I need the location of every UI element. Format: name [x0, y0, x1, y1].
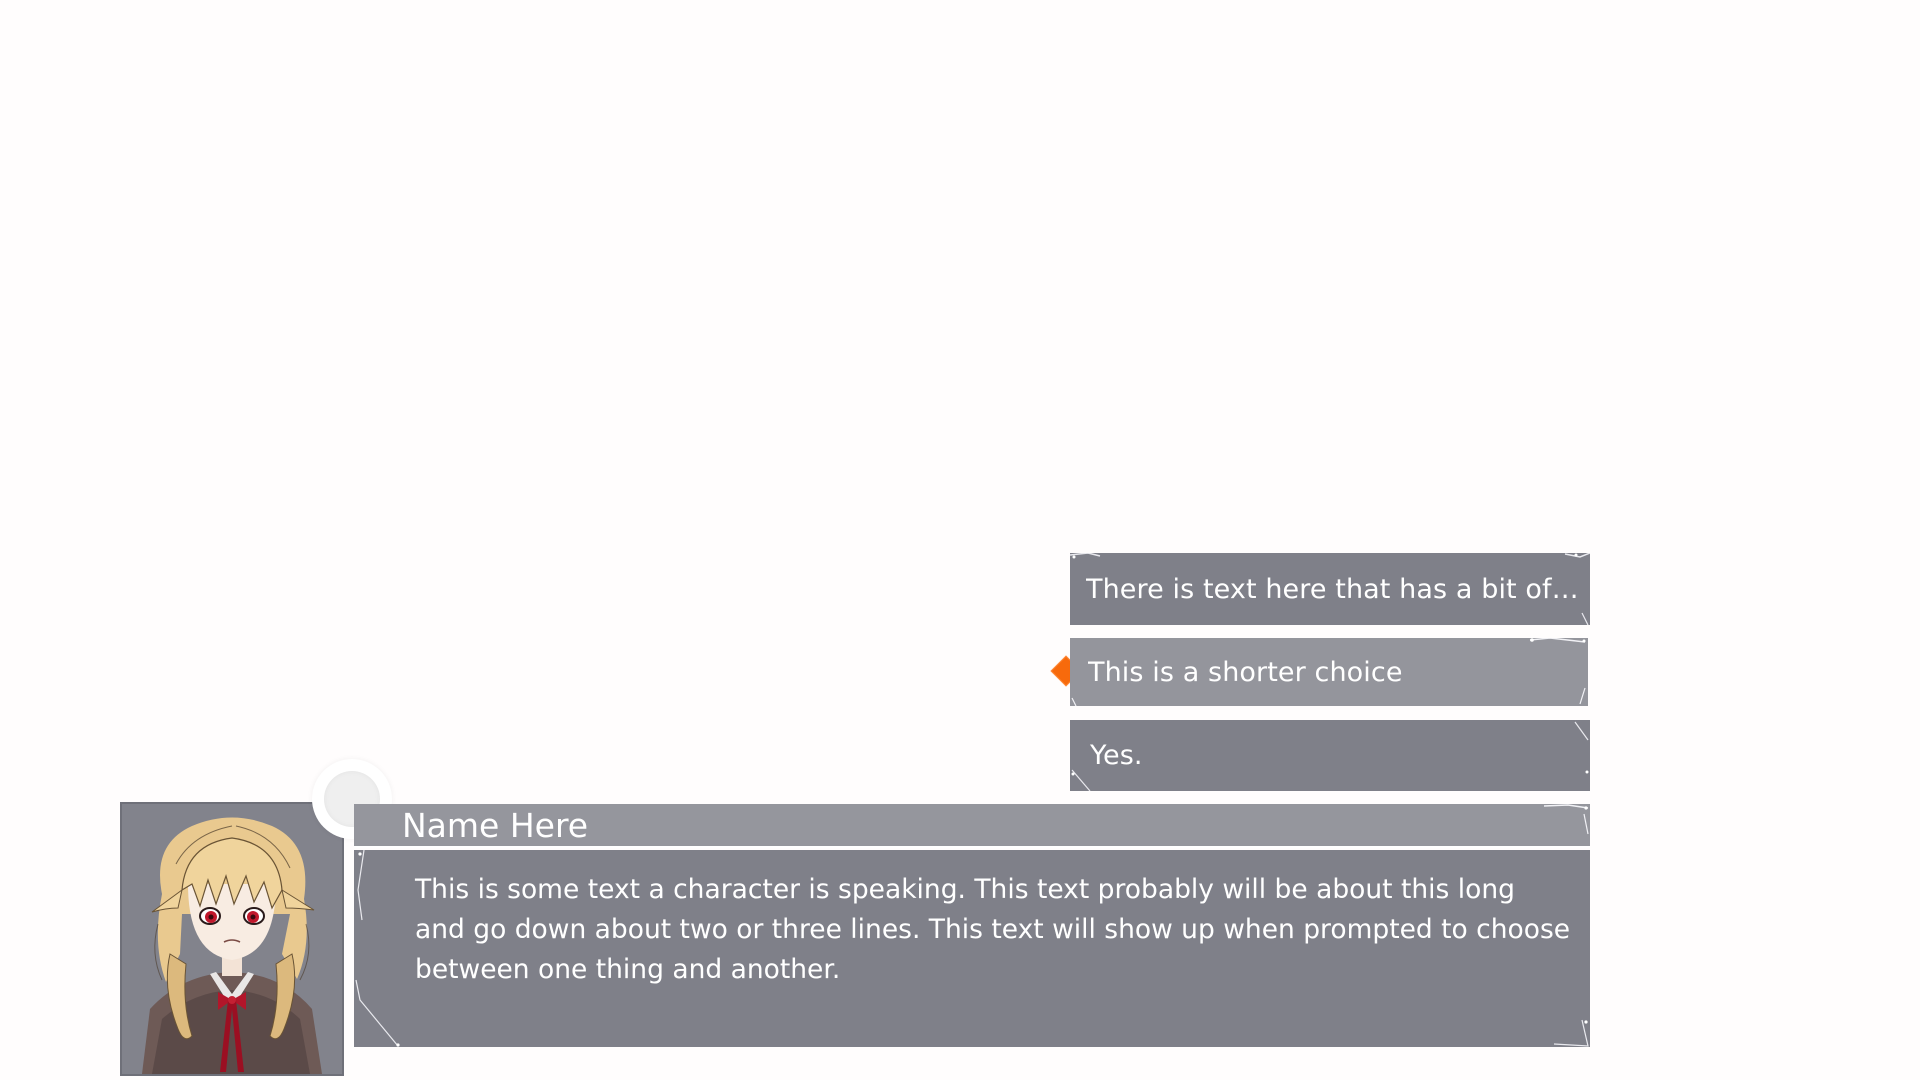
speaker-name: Name Here: [402, 806, 589, 845]
choice-option-3-label: Yes.: [1090, 740, 1143, 771]
dialogue-text: This is some text a character is speakin…: [415, 874, 1571, 985]
character-portrait: [120, 802, 344, 1076]
speaker-name-bar: Name Here: [354, 804, 1590, 848]
choice-option-2-label: This is a shorter choice: [1088, 656, 1403, 688]
character-portrait-image: [142, 817, 322, 1074]
choice-option-1-label: There is text here that has a bit of a l…: [1086, 573, 1580, 605]
choice-option-3[interactable]: Yes.: [1070, 720, 1590, 791]
dialogue-box[interactable]: This is some text a character is speakin…: [354, 850, 1590, 1047]
game-screen: There is text here that has a bit of a l…: [0, 0, 1920, 1080]
choice-option-1[interactable]: There is text here that has a bit of a l…: [1070, 553, 1590, 625]
choice-option-2[interactable]: This is a shorter choice: [1070, 638, 1588, 706]
